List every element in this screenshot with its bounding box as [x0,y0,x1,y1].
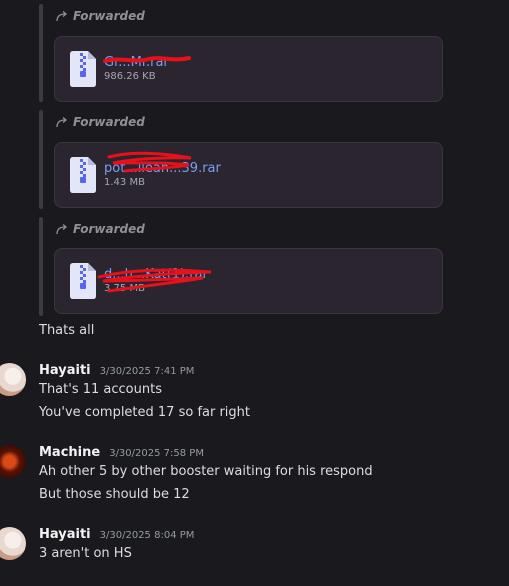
message-text: Thats all [39,323,95,338]
forwarded-message: Forwarded Gr...Mr.rar 986.26 KB [39,4,449,102]
file-attachment[interactable]: d...h...Kat(1).rar 3.75 MB [54,248,443,314]
forward-arrow-icon [56,11,68,22]
file-size: 1.43 MB [104,177,145,188]
timestamp: 3/30/2025 7:58 PM [109,448,204,459]
zip-file-icon [70,51,96,87]
message-header: Machine 3/30/2025 7:58 PM [39,445,204,460]
author-name[interactable]: Hayaiti [39,527,91,542]
message-text: You've completed 17 so far right [39,405,251,420]
file-size: 986.26 KB [104,71,156,82]
message-text: But those should be 12 [39,487,190,502]
avatar[interactable] [0,363,26,396]
forward-quote-bar [39,110,43,209]
forwarded-message: Forwarded d...h...Kat(1).rar 3.75 MB [39,217,449,316]
file-name-link[interactable]: Gr...Mr.rar [104,55,169,70]
avatar[interactable] [0,445,26,478]
author-name[interactable]: Machine [39,445,100,460]
file-attachment[interactable]: Gr...Mr.rar 986.26 KB [54,36,443,102]
forwarded-label: Forwarded [73,222,145,236]
forwarded-header: Forwarded [55,7,145,25]
file-attachment[interactable]: pot...llean...39.rar 1.43 MB [54,142,443,208]
forward-arrow-icon [56,117,68,128]
forward-quote-bar [39,217,43,316]
file-name-link[interactable]: pot...llean...39.rar [104,161,221,176]
message-text: 3 aren't on HS [39,546,132,561]
author-name[interactable]: Hayaiti [39,363,91,378]
message-text: Ah other 5 by other booster waiting for … [39,464,373,479]
chat-log: Forwarded Gr...Mr.rar 986.26 KB Forwarde… [0,0,509,586]
timestamp: 3/30/2025 8:04 PM [99,530,195,541]
forwarded-label: Forwarded [73,115,145,129]
zip-file-icon [70,157,96,193]
forward-quote-bar [39,4,43,102]
avatar[interactable] [0,527,26,560]
message-text: That's 11 accounts [39,382,162,397]
forwarded-header: Forwarded [55,220,145,238]
zip-file-icon [70,263,96,299]
forwarded-message: Forwarded pot...llean...39.rar 1.43 MB [39,110,449,209]
forwarded-header: Forwarded [55,113,145,131]
message-header: Hayaiti 3/30/2025 7:41 PM [39,363,194,378]
file-size: 3.75 MB [104,283,145,294]
forward-arrow-icon [56,224,68,235]
message-header: Hayaiti 3/30/2025 8:04 PM [39,527,194,542]
forwarded-label: Forwarded [73,9,145,23]
file-name-link[interactable]: d...h...Kat(1).rar [104,267,208,282]
timestamp: 3/30/2025 7:41 PM [99,366,195,377]
